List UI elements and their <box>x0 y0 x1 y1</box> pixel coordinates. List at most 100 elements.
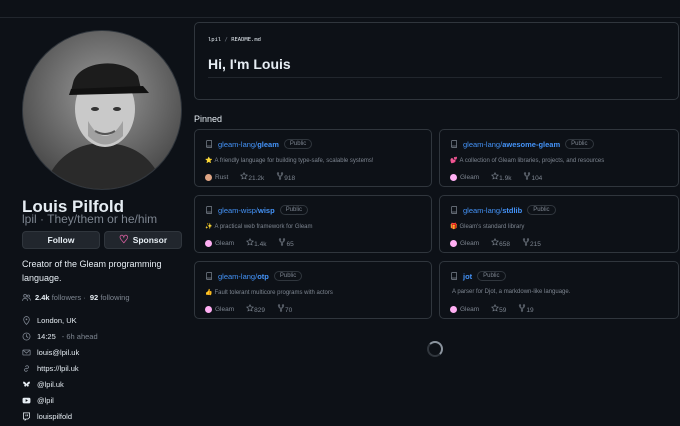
profile-details: London, UK 14:25 - 6h ahead louis@lpil.u… <box>22 312 98 424</box>
repo-description: ✨ A practical web framework for Gleam <box>205 224 313 230</box>
repo-emoji: 🎁 <box>450 224 458 230</box>
repo-emoji: 💕 <box>450 158 458 164</box>
visibility-badge: Public <box>477 271 506 281</box>
repo-language: Gleam <box>205 305 234 313</box>
bluesky-icon <box>22 380 31 389</box>
repo-icon <box>205 272 213 280</box>
readme-panel: lpil / README.md Hi, I'm Louis <box>194 22 679 100</box>
repo-forks-link[interactable]: 70 <box>277 304 292 314</box>
repo-meta: Gleam 658 215 <box>450 237 541 248</box>
repo-card-header: gleam-lang/awesome-gleam Public <box>450 139 594 149</box>
star-icon <box>491 171 500 182</box>
pinned-repo-card: gleam-wisp/wisp Public ✨ A practical web fr… <box>194 195 432 253</box>
repo-link[interactable]: gleam-lang/awesome-gleam <box>463 140 560 149</box>
clock-icon <box>22 332 31 341</box>
location-icon <box>22 315 31 325</box>
follow-button[interactable]: Follow <box>22 231 100 249</box>
pinned-repo-card: gleam-lang/gleam Public ⭐ A friendly langua… <box>194 129 432 187</box>
repo-stars-link[interactable]: 59 <box>491 303 506 314</box>
fork-icon <box>522 238 530 248</box>
repo-forks-link[interactable]: 104 <box>523 172 542 182</box>
language-color-dot <box>205 173 212 181</box>
repo-forks-link[interactable]: 65 <box>278 238 294 248</box>
pinned-heading: Pinned <box>194 114 223 124</box>
language-color-dot <box>450 173 457 181</box>
repo-stars-link[interactable]: 658 <box>491 237 510 248</box>
repo-card-header: gleam-lang/otp Public <box>205 271 303 281</box>
youtube-icon <box>22 396 31 405</box>
repo-icon <box>450 272 458 280</box>
detail-time: 14:25 - 6h ahead <box>22 328 98 344</box>
sponsor-button[interactable]: ♡ Sponsor <box>104 231 182 249</box>
repo-forks-link[interactable]: 215 <box>522 238 541 248</box>
star-icon <box>246 237 255 248</box>
pinned-repo-card: jot Public A parser for Djot, a markdown-l… <box>439 261 679 319</box>
detail-location: London, UK <box>22 312 98 328</box>
star-icon <box>491 303 500 314</box>
top-bar <box>0 0 680 18</box>
link-icon <box>22 364 31 373</box>
language-color-dot <box>205 239 212 247</box>
language-color-dot <box>205 305 212 313</box>
language-color-dot <box>450 239 457 247</box>
visibility-badge: Public <box>527 205 556 215</box>
visibility-badge: Public <box>565 139 594 149</box>
people-icon <box>22 293 31 302</box>
repo-forks-link[interactable]: 918 <box>276 172 295 182</box>
repo-description: A parser for Djot, a markdown-like langu… <box>452 289 571 295</box>
repo-emoji: 👍 <box>205 290 213 296</box>
detail-bluesky[interactable]: @lpil.uk <box>22 376 98 392</box>
repo-card-header: gleam-lang/stdlib Public <box>450 205 556 215</box>
repo-stars-link[interactable]: 1.9k <box>491 171 511 182</box>
avatar-image <box>23 31 181 189</box>
visibility-badge: Public <box>273 271 303 281</box>
repo-language: Gleam <box>450 305 479 313</box>
repo-language: Gleam <box>205 239 234 247</box>
repo-language: Gleam <box>450 239 479 247</box>
repo-emoji: ✨ <box>205 224 213 230</box>
pinned-repo-card: gleam-lang/otp Public 👍 Fault tolerant mult… <box>194 261 432 319</box>
loading-spinner <box>427 341 443 357</box>
pinned-repo-card: gleam-lang/stdlib Public 🎁 Gleam's standard… <box>439 195 679 253</box>
repo-link[interactable]: gleam-lang/otp <box>218 272 269 281</box>
repo-language: Rust <box>205 173 228 181</box>
repo-link[interactable]: gleam-wisp/wisp <box>218 206 275 215</box>
repo-stars-link[interactable]: 829 <box>246 303 265 314</box>
repo-description: ⭐ A friendly language for building type-s… <box>205 158 374 164</box>
profile-handle: lpil · They/them or he/him <box>22 212 158 226</box>
profile-bio: Creator of the Gleam programming languag… <box>22 259 162 283</box>
repo-description: 💕 A collection of Gleam libraries, projec… <box>450 158 605 164</box>
repo-description: 👍 Fault tolerant multicore programs with … <box>205 290 333 296</box>
followers-row: 2.4k followers · 92 following <box>22 293 130 302</box>
detail-email[interactable]: louis@lpil.uk <box>22 344 98 360</box>
pinned-repo-card: gleam-lang/awesome-gleam Public 💕 A collect… <box>439 129 679 187</box>
repo-icon <box>205 206 213 214</box>
followers-link[interactable]: 2.4k followers · <box>35 293 86 302</box>
repo-icon <box>450 206 458 214</box>
sponsor-label: Sponsor <box>132 235 168 245</box>
repo-stars-link[interactable]: 1.4k <box>246 237 266 248</box>
repo-meta: Gleam 1.9k 104 <box>450 171 542 182</box>
fork-icon <box>277 304 285 314</box>
repo-icon <box>450 140 458 148</box>
repo-stars-link[interactable]: 21.2k <box>240 171 264 182</box>
repo-forks-link[interactable]: 19 <box>518 304 534 314</box>
repo-meta: Gleam 829 70 <box>205 303 292 314</box>
repo-description: 🎁 Gleam's standard library <box>450 224 525 230</box>
detail-youtube[interactable]: @lpil <box>22 392 98 408</box>
detail-twitch[interactable]: louispilfold <box>22 408 98 424</box>
detail-website[interactable]: https://lpil.uk <box>22 360 98 376</box>
twitch-icon <box>22 411 31 421</box>
repo-link[interactable]: jot <box>463 272 472 281</box>
follow-label: Follow <box>47 235 75 245</box>
repo-emoji: ⭐ <box>205 158 213 164</box>
following-link[interactable]: 92 following <box>90 293 130 302</box>
repo-link[interactable]: gleam-lang/gleam <box>218 140 279 149</box>
visibility-badge: Public <box>279 205 309 215</box>
repo-link[interactable]: gleam-lang/stdlib <box>463 206 522 215</box>
readme-path[interactable]: lpil / README.md <box>208 37 261 43</box>
avatar[interactable] <box>22 30 182 190</box>
star-icon <box>246 303 255 314</box>
readme-divider <box>208 77 662 78</box>
heart-icon: ♡ <box>118 233 129 246</box>
